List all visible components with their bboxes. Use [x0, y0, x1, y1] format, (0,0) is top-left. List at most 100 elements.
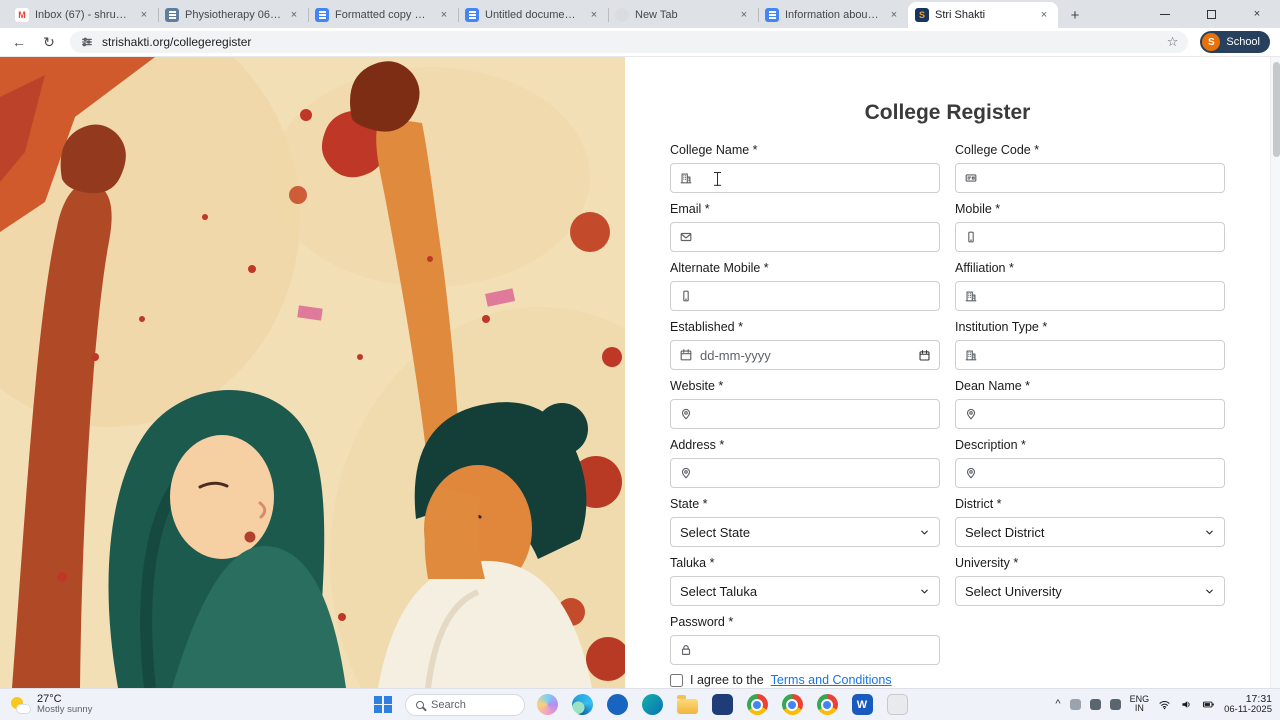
copilot-app-button[interactable] [534, 692, 560, 718]
back-icon[interactable]: ← [10, 34, 28, 50]
college-code-field[interactable] [985, 170, 1216, 186]
tray-hidden-icon[interactable] [1089, 698, 1101, 710]
app-button-blue[interactable] [604, 692, 630, 718]
address-input[interactable] [670, 458, 940, 488]
chrome-button-2[interactable] [779, 692, 805, 718]
website-input[interactable] [670, 399, 940, 429]
terms-checkbox[interactable] [670, 673, 683, 687]
institution-type-field[interactable] [985, 347, 1216, 363]
tab-close-icon[interactable]: × [887, 9, 901, 21]
tab-close-icon[interactable]: × [437, 9, 451, 21]
college-code-input[interactable] [955, 163, 1225, 193]
university-select[interactable]: Select University [955, 576, 1225, 606]
page-scrollbar[interactable] [1270, 57, 1280, 688]
tab-close-icon[interactable]: × [1037, 9, 1051, 21]
bookmark-star-icon[interactable]: ☆ [1167, 34, 1179, 50]
tab-physiotherapy-file[interactable]: Physiotherapy 06.11.2025 (1).al × [158, 2, 308, 28]
blue-app-icon [606, 694, 628, 715]
established-date-field[interactable] [700, 347, 911, 363]
website-field[interactable] [700, 406, 931, 422]
taluka-select[interactable]: Select Taluka [670, 576, 940, 606]
copilot-icon [536, 694, 558, 715]
terms-link[interactable]: Terms and Conditions [771, 673, 892, 687]
institution-type-input[interactable] [955, 340, 1225, 370]
description-field[interactable] [985, 465, 1216, 481]
tab-gmail-inbox[interactable]: M Inbox (67) - shrunkhala.kaushik × [8, 2, 158, 28]
start-button[interactable] [370, 692, 396, 718]
established-date-input[interactable] [670, 340, 940, 370]
alternate-mobile-input[interactable] [670, 281, 940, 311]
email-input[interactable] [670, 222, 940, 252]
tab-formatted-copy[interactable]: Formatted copy of Physiothera × [308, 2, 458, 28]
state-select[interactable]: Select State [670, 517, 940, 547]
password-input[interactable] [670, 635, 940, 665]
snip-tool-button[interactable] [884, 692, 910, 718]
email-field[interactable] [700, 229, 931, 245]
date-picker-icon[interactable] [918, 349, 931, 362]
field-email: Email * [670, 202, 940, 252]
edge-app-button[interactable] [569, 692, 595, 718]
app-button-teal[interactable] [639, 692, 665, 718]
description-input[interactable] [955, 458, 1225, 488]
id-card-icon [964, 171, 978, 185]
dean-name-input[interactable] [955, 399, 1225, 429]
alternate-mobile-field[interactable] [700, 288, 931, 304]
tab-untitled-document[interactable]: Untitled document - Google D × [458, 2, 608, 28]
url-bar[interactable]: strishakti.org/collegeregister ☆ [70, 31, 1189, 53]
field-website: Website * [670, 379, 940, 429]
reload-icon[interactable]: ↻ [40, 34, 58, 51]
chrome-button-3[interactable] [814, 692, 840, 718]
dean-name-field[interactable] [985, 406, 1216, 422]
affiliation-field[interactable] [985, 288, 1216, 304]
affiliation-input[interactable] [955, 281, 1225, 311]
field-district: District * Select District [955, 497, 1225, 547]
battery-icon[interactable] [1202, 698, 1215, 711]
tab-close-icon[interactable]: × [737, 9, 751, 21]
tray-hidden-icon[interactable] [1109, 698, 1121, 710]
chevron-down-icon [919, 527, 930, 538]
site-info-icon[interactable] [80, 35, 94, 49]
snip-tool-icon [886, 694, 908, 715]
weather-widget[interactable]: 27°C Mostly sunny [10, 693, 92, 717]
institution-type-label: Institution Type * [955, 320, 1048, 334]
maximize-button[interactable] [1188, 0, 1234, 28]
description-label: Description * [955, 438, 1026, 452]
pin-icon [679, 466, 693, 480]
windows-logo-icon [374, 695, 392, 714]
pin-icon [964, 466, 978, 480]
show-hidden-icons-button[interactable]: ^ [1055, 698, 1060, 710]
scrollbar-thumb[interactable] [1272, 62, 1280, 157]
mobile-field[interactable] [985, 229, 1216, 245]
password-field[interactable] [700, 642, 931, 658]
pin-icon [679, 407, 693, 421]
file-explorer-button[interactable] [674, 692, 700, 718]
tab-new-tab[interactable]: New Tab × [608, 2, 758, 28]
tab-stri-shakti-active[interactable]: S Stri Shakti × [908, 2, 1058, 28]
clock-widget[interactable]: 17:31 06-11-2025 [1224, 693, 1272, 716]
district-select[interactable]: Select District [955, 517, 1225, 547]
new-tab-button[interactable]: + [1062, 2, 1088, 28]
taskbar-center: Search W [370, 692, 910, 718]
close-button[interactable]: × [1234, 0, 1280, 28]
tab-close-icon[interactable]: × [587, 9, 601, 21]
app-button-navy[interactable] [709, 692, 735, 718]
volume-icon[interactable] [1180, 698, 1193, 711]
maximize-icon [1206, 9, 1216, 19]
chrome-button-1[interactable] [744, 692, 770, 718]
browser-profile-chip[interactable]: S School [1200, 31, 1270, 53]
tab-information-swayamsiddha[interactable]: Information about Swayamsidd × [758, 2, 908, 28]
address-field[interactable] [700, 465, 931, 481]
word-button[interactable]: W [849, 692, 875, 718]
language-indicator[interactable]: ENG IN [1130, 694, 1150, 715]
url-text[interactable]: strishakti.org/collegeregister [102, 35, 1159, 49]
tab-close-icon[interactable]: × [137, 9, 151, 21]
tray-hidden-icon[interactable] [1069, 698, 1081, 710]
taskbar-search[interactable]: Search [405, 693, 525, 716]
mobile-input[interactable] [955, 222, 1225, 252]
college-name-field[interactable] [700, 170, 931, 186]
tab-close-icon[interactable]: × [287, 9, 301, 21]
wifi-icon[interactable] [1158, 698, 1171, 711]
taluka-select-value: Select Taluka [680, 583, 758, 599]
college-name-input[interactable] [670, 163, 940, 193]
minimize-button[interactable] [1142, 0, 1188, 28]
